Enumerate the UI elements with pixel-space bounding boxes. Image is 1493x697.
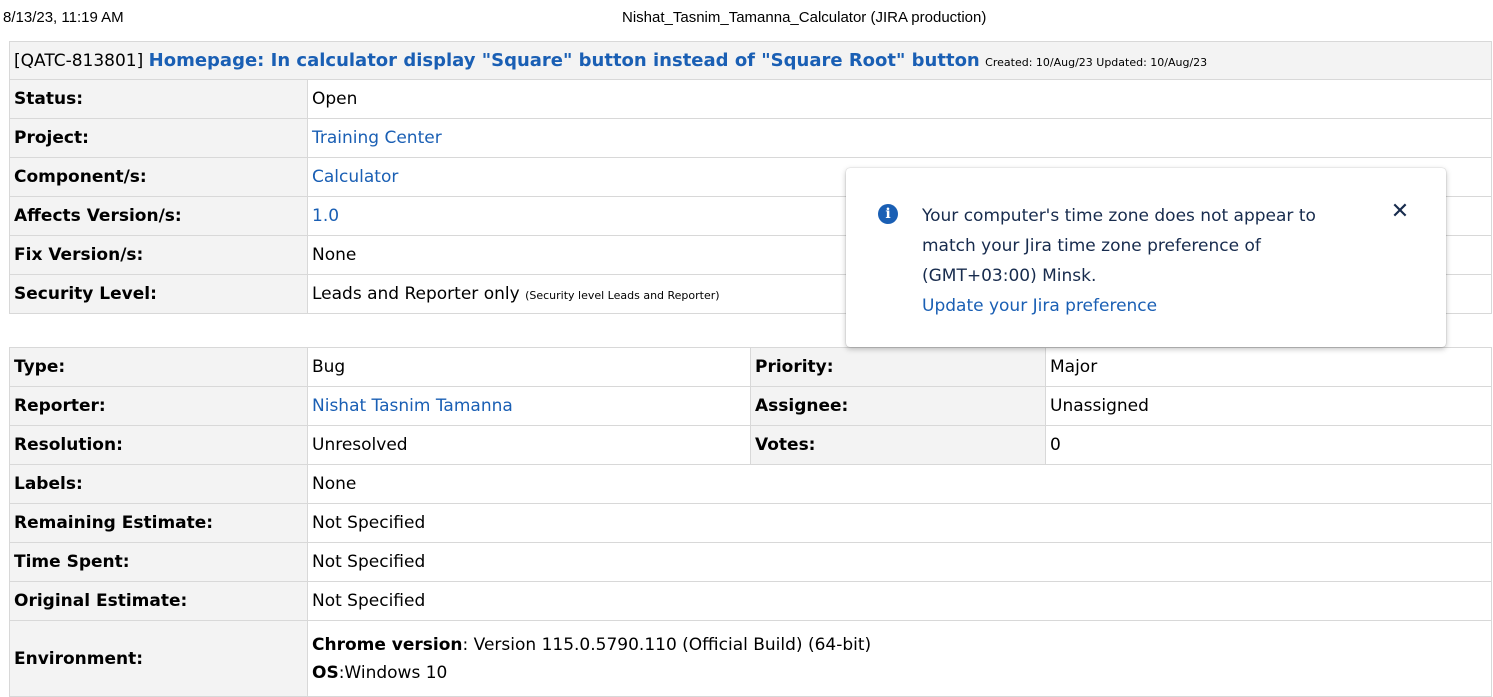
affects-version-label: Affects Version/s: bbox=[9, 196, 308, 236]
print-title: Nishat_Tasnim_Tamanna_Calculator (JIRA p… bbox=[622, 9, 987, 26]
affects-version-link[interactable]: 1.0 bbox=[312, 206, 339, 226]
reporter-label: Reporter: bbox=[9, 386, 308, 426]
reporter-link[interactable]: Nishat Tasnim Tamanna bbox=[312, 396, 513, 416]
remaining-estimate-value: Not Specified bbox=[307, 503, 1492, 543]
print-header: 8/13/23, 11:19 AM Nishat_Tasnim_Tamanna_… bbox=[0, 0, 1493, 34]
close-icon[interactable]: ✕ bbox=[1388, 200, 1412, 224]
status-value: Open bbox=[307, 79, 1492, 119]
votes-label: Votes: bbox=[750, 425, 1046, 465]
security-level-label: Security Level: bbox=[9, 274, 308, 314]
environment-os-line: OS:Windows 10 bbox=[312, 659, 1491, 687]
assignee-label: Assignee: bbox=[750, 386, 1046, 426]
print-date: 8/13/23, 11:19 AM bbox=[3, 9, 124, 26]
type-value: Bug bbox=[307, 347, 751, 387]
toast-message-block: Your computer's time zone does not appea… bbox=[922, 201, 1362, 321]
time-spent-label: Time Spent: bbox=[9, 542, 308, 582]
type-label: Type: bbox=[9, 347, 308, 387]
environment-value: Chrome version: Version 115.0.5790.110 (… bbox=[307, 620, 1492, 697]
issue-details-table: Type: Bug Priority: Major Reporter: Nish… bbox=[9, 347, 1492, 697]
info-icon: i bbox=[878, 204, 898, 224]
issue-summary-link[interactable]: Homepage: In calculator display "Square"… bbox=[149, 50, 980, 71]
update-jira-preference-link[interactable]: Update your Jira preference bbox=[922, 291, 1362, 321]
resolution-label: Resolution: bbox=[9, 425, 308, 465]
fix-version-label: Fix Version/s: bbox=[9, 235, 308, 275]
toast-message: Your computer's time zone does not appea… bbox=[922, 206, 1316, 286]
component-link[interactable]: Calculator bbox=[312, 167, 398, 187]
component-label: Component/s: bbox=[9, 157, 308, 197]
issue-dates: Created: 10/Aug/23 Updated: 10/Aug/23 bbox=[985, 56, 1208, 69]
project-link[interactable]: Training Center bbox=[312, 128, 442, 148]
time-spent-value: Not Specified bbox=[307, 542, 1492, 582]
environment-chrome-line: Chrome version: Version 115.0.5790.110 (… bbox=[312, 631, 1491, 659]
security-level-note: (Security level Leads and Reporter) bbox=[525, 289, 720, 302]
status-label: Status: bbox=[9, 79, 308, 119]
os-label: OS bbox=[312, 662, 339, 683]
assignee-value: Unassigned bbox=[1045, 386, 1492, 426]
labels-label: Labels: bbox=[9, 464, 308, 504]
original-estimate-value: Not Specified bbox=[307, 581, 1492, 621]
original-estimate-label: Original Estimate: bbox=[9, 581, 308, 621]
issue-key: [QATC-813801] bbox=[14, 51, 144, 71]
remaining-estimate-label: Remaining Estimate: bbox=[9, 503, 308, 543]
chrome-version-value: : Version 115.0.5790.110 (Official Build… bbox=[462, 634, 872, 655]
security-level-value: Leads and Reporter only bbox=[312, 284, 520, 304]
resolution-value: Unresolved bbox=[307, 425, 751, 465]
timezone-toast: i Your computer's time zone does not app… bbox=[846, 168, 1446, 347]
project-label: Project: bbox=[9, 118, 308, 158]
environment-label: Environment: bbox=[9, 620, 308, 697]
labels-value: None bbox=[307, 464, 1492, 504]
priority-label: Priority: bbox=[750, 347, 1046, 387]
os-value: :Windows 10 bbox=[338, 662, 448, 683]
priority-value: Major bbox=[1045, 347, 1492, 387]
votes-value: 0 bbox=[1045, 425, 1492, 465]
issue-title-bar: [QATC-813801] Homepage: In calculator di… bbox=[9, 41, 1492, 80]
chrome-version-label: Chrome version bbox=[312, 634, 463, 655]
